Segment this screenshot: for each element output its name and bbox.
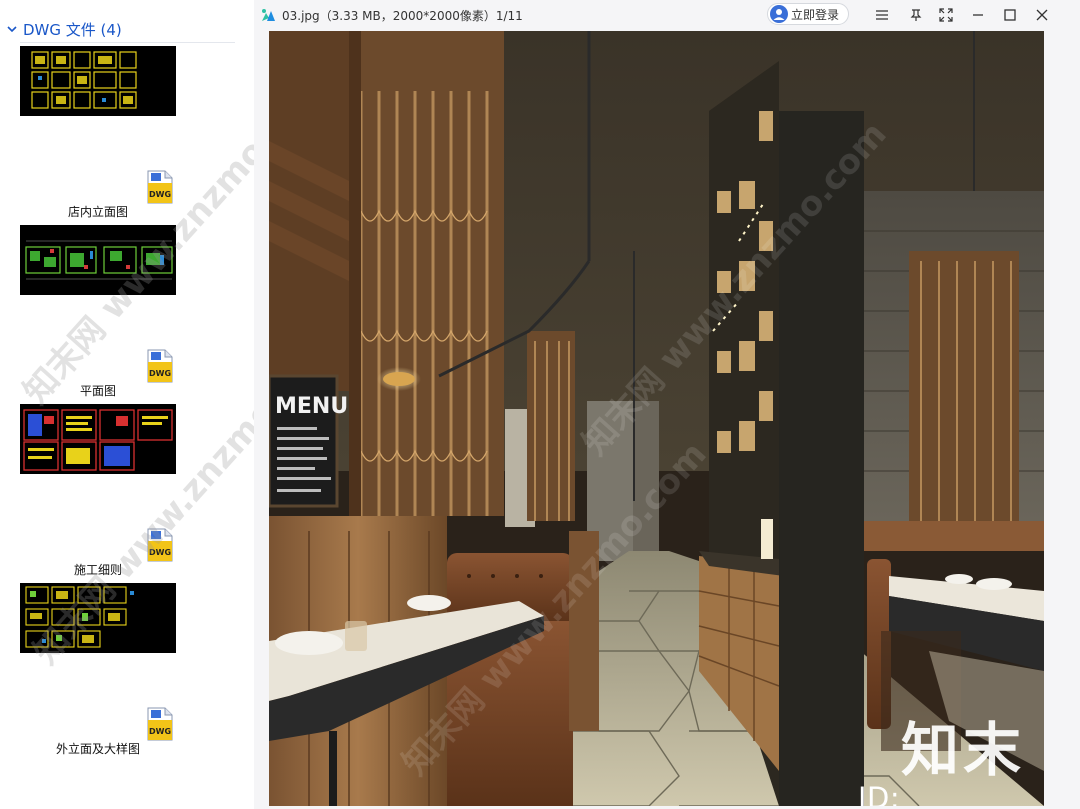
dwg-thumbnail-1[interactable]	[20, 46, 176, 116]
dwg-file-icon[interactable]: DWG	[145, 349, 175, 383]
hamburger-menu-icon	[876, 10, 888, 20]
dwg-group-header[interactable]: DWG 文件 (4)	[6, 18, 122, 40]
dwg-file-icon[interactable]: DWG	[145, 528, 175, 562]
login-label: 立即登录	[791, 7, 840, 22]
app-logo-icon	[262, 9, 275, 21]
restaurant-interior-render: MENU	[269, 31, 1044, 806]
close-button[interactable]	[1030, 4, 1054, 26]
viewer-titlebar[interactable]: 03.jpg（3.33 MB，2000*2000像素）1/11 立即登录	[254, 0, 1080, 30]
maximize-button[interactable]	[998, 4, 1022, 26]
dwg-group-title: DWG 文件 (4)	[23, 20, 122, 39]
minimize-button[interactable]	[966, 4, 990, 26]
minimize-icon	[973, 14, 983, 16]
group-divider	[20, 42, 235, 43]
fullscreen-button[interactable]	[934, 4, 958, 26]
dwg-file-icon[interactable]: DWG	[145, 707, 175, 741]
preview-image[interactable]: MENU 知末 ID:	[269, 31, 1044, 806]
dwg-thumbnail-3[interactable]	[20, 404, 176, 474]
menu-button[interactable]	[870, 4, 894, 26]
app-root: DWG 文件 (4) DWG 店内立面图 DWG 平面图 DWG 施工细则 DW…	[0, 0, 1080, 809]
login-button[interactable]: 立即登录	[767, 3, 849, 25]
dwg-thumbnail-4[interactable]	[20, 583, 176, 653]
dwg-thumbnail-2[interactable]	[20, 225, 176, 295]
pin-button[interactable]	[904, 4, 928, 26]
chevron-down-icon	[7, 26, 17, 33]
dwg-file-icon[interactable]: DWG	[145, 170, 175, 204]
file-label-elevation[interactable]: 店内立面图	[20, 203, 176, 220]
fullscreen-icon	[939, 8, 953, 22]
svg-text:DWG: DWG	[149, 548, 171, 557]
menu-board-title: MENU	[275, 394, 348, 419]
watermark-id: ID: 1156201980	[858, 781, 901, 806]
file-label-plan[interactable]: 平面图	[20, 382, 176, 399]
svg-text:DWG: DWG	[149, 190, 171, 199]
user-avatar-icon	[770, 5, 788, 23]
file-label-details[interactable]: 施工细则	[20, 561, 176, 578]
maximize-icon	[1004, 9, 1016, 21]
image-viewer-window: 03.jpg（3.33 MB，2000*2000像素）1/11 立即登录 MEN…	[254, 0, 1080, 809]
viewer-title: 03.jpg（3.33 MB，2000*2000像素）1/11	[282, 9, 523, 23]
close-icon	[1036, 9, 1048, 21]
pin-icon	[910, 9, 922, 21]
file-panel: DWG 文件 (4) DWG 店内立面图 DWG 平面图 DWG 施工细则 DW…	[0, 0, 346, 809]
svg-text:DWG: DWG	[149, 727, 171, 736]
svg-text:DWG: DWG	[149, 369, 171, 378]
watermark-logo: 知末	[901, 716, 1026, 784]
file-label-exterior[interactable]: 外立面及大样图	[20, 740, 176, 757]
